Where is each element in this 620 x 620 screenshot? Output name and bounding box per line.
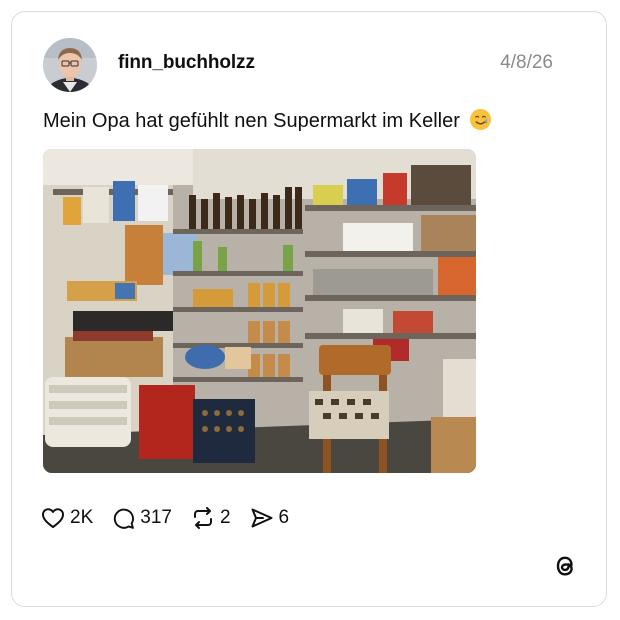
repost-button[interactable]: 2 — [191, 506, 231, 530]
username[interactable]: finn_buchholzz — [118, 52, 255, 74]
post-text: Mein Opa hat gefühlt nen Supermarkt im K… — [43, 110, 460, 132]
repost-count: 2 — [219, 507, 231, 528]
reply-button[interactable]: 317 — [112, 507, 172, 530]
post-text-line: Mein Opa hat gefühlt nen Supermarkt im K… — [43, 108, 492, 133]
repost-icon — [193, 507, 212, 529]
threads-logo-icon[interactable] — [552, 552, 578, 580]
post-photo[interactable] — [43, 149, 476, 473]
post-actions: 2K 317 2 6 — [41, 506, 289, 530]
smiling-face-with-tear-emoji — [470, 108, 492, 131]
avatar[interactable] — [43, 38, 97, 92]
post-card: finn_buchholzz 4/8/26 Mein Opa hat gefüh… — [11, 11, 607, 607]
heart-icon — [42, 508, 64, 528]
basement-pantry-shelves-photo — [43, 149, 476, 473]
post-date[interactable]: 4/8/26 — [500, 52, 553, 74]
like-count: 2K — [70, 507, 94, 528]
share-button[interactable]: 6 — [250, 507, 290, 529]
like-button[interactable]: 2K — [41, 507, 93, 529]
send-icon — [251, 508, 273, 528]
share-count: 6 — [278, 507, 290, 528]
reply-count: 317 — [140, 507, 172, 528]
speech-bubble-icon — [114, 508, 135, 529]
